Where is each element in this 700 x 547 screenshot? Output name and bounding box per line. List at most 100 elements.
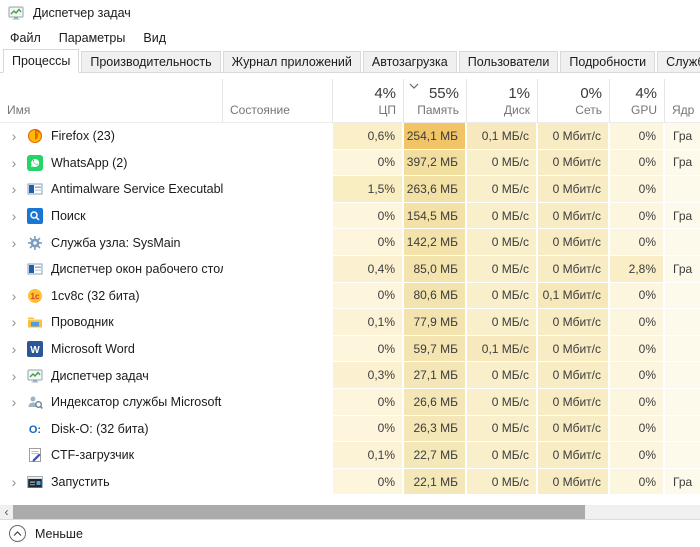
gpu-cell: 0%	[610, 229, 665, 256]
network-cell: 0 Мбит/с	[538, 336, 610, 363]
tab-0[interactable]: Процессы	[3, 49, 79, 73]
cpu-cell: 0%	[333, 150, 404, 177]
column-header-gpu[interactable]: 4% GPU	[610, 79, 665, 122]
name-cell[interactable]: ›WhatsApp (2)	[0, 150, 223, 177]
scrollbar-thumb[interactable]	[13, 505, 585, 519]
column-header-gpu-engine[interactable]: Ядр	[665, 79, 700, 122]
tab-6[interactable]: Службы	[657, 51, 700, 73]
table-row[interactable]: ›Служба узла: SysMain0%142,2 МБ0 МБ/с0 М…	[0, 229, 700, 256]
column-header-network[interactable]: 0% Сеть	[538, 79, 610, 122]
table-row[interactable]: ›Запустить0%22,1 МБ0 МБ/с0 Мбит/с0%Гра	[0, 469, 700, 496]
table-row[interactable]: ›Индексатор службы Microsoft ... 0%26,6 М…	[0, 389, 700, 416]
tab-5[interactable]: Подробности	[560, 51, 655, 73]
name-cell[interactable]: › Запустить	[0, 469, 223, 496]
window-icon	[27, 261, 43, 277]
network-cell: 0,1 Мбит/с	[538, 283, 610, 310]
expand-chevron-icon[interactable]: ›	[6, 475, 22, 489]
process-name: CTF-загрузчик	[51, 448, 134, 462]
fewer-details-button[interactable]: Меньше	[9, 525, 83, 542]
name-cell[interactable]: Диспетчер окон рабочего стола	[0, 256, 223, 283]
process-name: Запустить	[51, 475, 110, 489]
disk-cell: 0 МБ/с	[467, 283, 538, 310]
name-cell[interactable]: CTF-загрузчик	[0, 442, 223, 469]
cpu-cell: 0%	[333, 389, 404, 416]
cpu-cell: 0,6%	[333, 123, 404, 150]
gpu-cell: 0%	[610, 150, 665, 177]
memory-cell: 26,3 МБ	[404, 416, 467, 443]
tab-2[interactable]: Журнал приложений	[223, 51, 361, 73]
memory-cell: 263,6 МБ	[404, 176, 467, 203]
tab-4[interactable]: Пользователи	[459, 51, 559, 73]
name-cell[interactable]: ›Диспетчер задач	[0, 362, 223, 389]
expand-chevron-icon[interactable]: ›	[6, 342, 22, 356]
expand-chevron-icon[interactable]: ›	[6, 289, 22, 303]
status-cell	[223, 283, 333, 310]
disko-icon: O:	[27, 421, 43, 437]
table-row[interactable]: ›Проводник0,1%77,9 МБ0 МБ/с0 Мбит/с0%	[0, 309, 700, 336]
table-row[interactable]: O:Disk-O: (32 бита)0%26,3 МБ0 МБ/с0 Мбит…	[0, 416, 700, 443]
status-cell	[223, 389, 333, 416]
name-cell[interactable]: ›Проводник	[0, 309, 223, 336]
menu-item-0[interactable]: Файл	[4, 28, 47, 48]
table-row[interactable]: ›1с1cv8c (32 бита)0%80,6 МБ0 МБ/с0,1 Мби…	[0, 283, 700, 310]
table-row[interactable]: Диспетчер окон рабочего стола0,4%85,0 МБ…	[0, 256, 700, 283]
name-cell[interactable]: O:Disk-O: (32 бита)	[0, 416, 223, 443]
tab-3[interactable]: Автозагрузка	[363, 51, 457, 73]
menu-item-1[interactable]: Параметры	[53, 28, 132, 48]
tab-1[interactable]: Производительность	[81, 51, 220, 73]
network-cell: 0 Мбит/с	[538, 442, 610, 469]
table-row[interactable]: ›Firefox (23)0,6%2 254,1 МБ0,1 МБ/с0 Мби…	[0, 123, 700, 150]
status-cell	[223, 203, 333, 230]
name-cell[interactable]: ›WMicrosoft Word	[0, 336, 223, 363]
expand-chevron-icon[interactable]: ›	[6, 236, 22, 250]
expand-chevron-icon[interactable]: ›	[6, 315, 22, 329]
expand-chevron-icon[interactable]: ›	[6, 182, 22, 196]
expand-chevron-icon[interactable]: ›	[6, 395, 22, 409]
disk-cell: 0 МБ/с	[467, 416, 538, 443]
column-header-memory[interactable]: 55% Память	[404, 79, 467, 122]
run-icon	[27, 474, 43, 490]
network-cell: 0 Мбит/с	[538, 389, 610, 416]
cpu-cell: 0,3%	[333, 362, 404, 389]
column-header-disk[interactable]: 1% Диск	[467, 79, 538, 122]
network-cell: 0 Мбит/с	[538, 416, 610, 443]
gpu-engine-cell	[665, 362, 700, 389]
table-row[interactable]: ›WhatsApp (2)0%397,2 МБ0 МБ/с0 Мбит/с0%Г…	[0, 150, 700, 177]
disk-cell: 0 МБ/с	[467, 362, 538, 389]
window-icon	[27, 181, 43, 197]
column-header-status[interactable]: Состояние	[223, 79, 333, 122]
name-cell[interactable]: ›Поиск	[0, 203, 223, 230]
table-row[interactable]: ›WMicrosoft Word0%59,7 МБ0,1 МБ/с0 Мбит/…	[0, 336, 700, 363]
footer-bar: Меньше	[0, 519, 700, 547]
horizontal-scrollbar[interactable]: ‹	[0, 505, 700, 519]
table-row[interactable]: ›Antimalware Service Executable1,5%263,6…	[0, 176, 700, 203]
expand-chevron-icon[interactable]: ›	[6, 129, 22, 143]
column-header-name[interactable]: Имя	[0, 79, 223, 122]
cpu-cell: 0,4%	[333, 256, 404, 283]
gpu-cell: 0%	[610, 442, 665, 469]
svg-text:W: W	[30, 345, 40, 356]
tab-bar: ПроцессыПроизводительностьЖурнал приложе…	[0, 50, 700, 73]
fewer-details-label: Меньше	[35, 527, 83, 541]
expand-chevron-icon[interactable]: ›	[6, 156, 22, 170]
name-cell[interactable]: ›Firefox (23)	[0, 123, 223, 150]
memory-cell: 26,6 МБ	[404, 389, 467, 416]
expand-chevron-icon[interactable]: ›	[6, 369, 22, 383]
scroll-left-arrow-icon[interactable]: ‹	[0, 505, 13, 519]
table-row[interactable]: ›Диспетчер задач0,3%27,1 МБ0 МБ/с0 Мбит/…	[0, 362, 700, 389]
name-cell[interactable]: ›Индексатор службы Microsoft ...	[0, 389, 223, 416]
cpu-cell: 0,1%	[333, 442, 404, 469]
name-cell[interactable]: ›Antimalware Service Executable	[0, 176, 223, 203]
memory-cell: 142,2 МБ	[404, 229, 467, 256]
gpu-engine-cell	[665, 309, 700, 336]
disk-cell: 0 МБ/с	[467, 389, 538, 416]
table-row[interactable]: ›Поиск0%154,5 МБ0 МБ/с0 Мбит/с0%Гра	[0, 203, 700, 230]
menu-item-2[interactable]: Вид	[137, 28, 172, 48]
name-cell[interactable]: ›1с1cv8c (32 бита)	[0, 283, 223, 310]
table-row[interactable]: CTF-загрузчик0,1%22,7 МБ0 МБ/с0 Мбит/с0%	[0, 442, 700, 469]
disk-cell: 0 МБ/с	[467, 442, 538, 469]
expand-chevron-icon[interactable]: ›	[6, 209, 22, 223]
column-header-cpu[interactable]: 4% ЦП	[333, 79, 404, 122]
name-cell[interactable]: ›Служба узла: SysMain	[0, 229, 223, 256]
title-bar: Диспетчер задач	[0, 0, 700, 26]
